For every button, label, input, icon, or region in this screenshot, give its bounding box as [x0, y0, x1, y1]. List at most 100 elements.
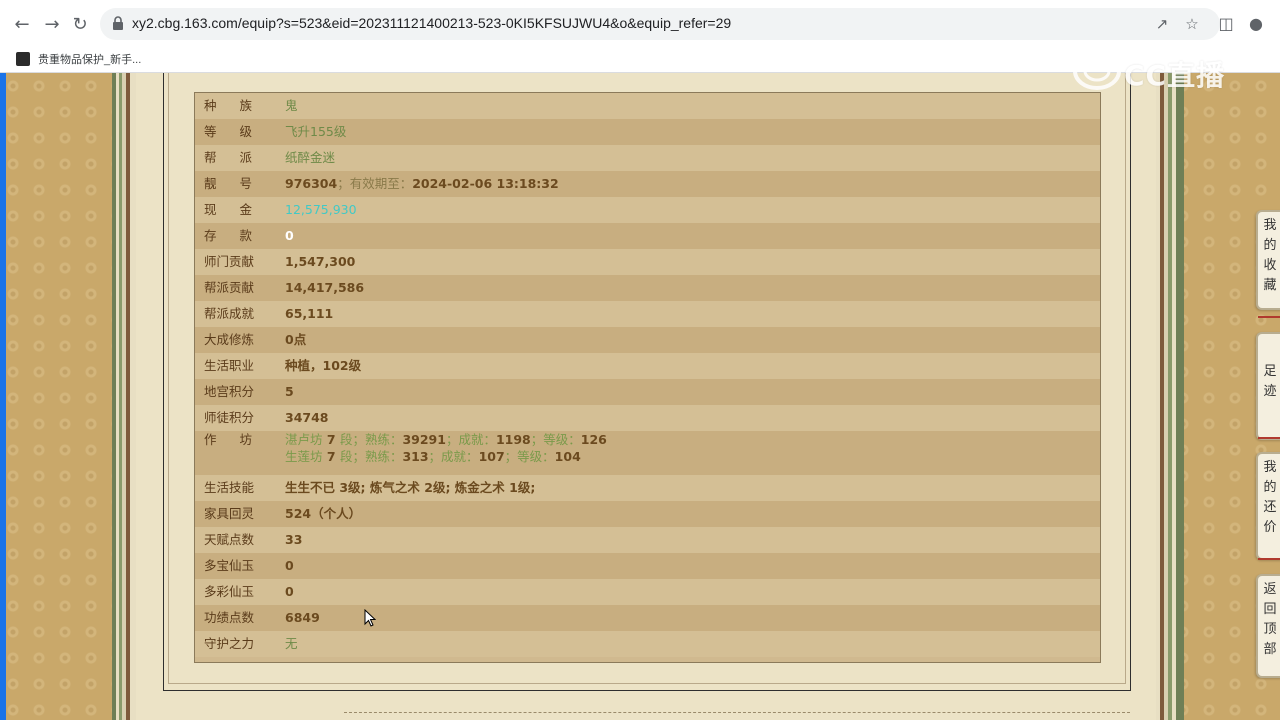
tab-char: 的	[1263, 238, 1277, 253]
tab-char: 我	[1263, 218, 1277, 233]
life-job-value: 种植，102级	[285, 358, 362, 373]
table-row: 作坊 湛卢坊 7 段；熟练：39291；成就：1198；等级：126 生莲坊 7…	[195, 431, 1100, 475]
tab-char: 顶	[1263, 622, 1277, 637]
table-row: 地宫积分 5	[195, 379, 1100, 405]
merit-value: 6849	[285, 610, 320, 625]
table-row: 守护之力 无	[195, 631, 1100, 657]
level-label: 等级	[204, 124, 276, 139]
history-tab[interactable]: 足 迹	[1256, 332, 1280, 440]
watermark: CC直播	[1072, 50, 1242, 92]
table-row: 生活职业 种植，102级	[195, 353, 1100, 379]
guard-value: 无	[285, 636, 298, 651]
pretty-expire-value: 2024-02-06 13:18:32	[412, 176, 559, 191]
guild-contrib-value: 14,417,586	[285, 280, 365, 295]
home-label: 家具回灵	[204, 506, 255, 521]
lock-icon[interactable]	[112, 16, 124, 30]
character-info-table: 种族 鬼 等级 飞升155级 帮派 纸醉金迷 靓号 976304；有效期至：20…	[194, 92, 1101, 663]
favorites-tab[interactable]: 我 的 收 藏	[1256, 210, 1280, 310]
reload-icon[interactable]: ↻	[68, 12, 92, 36]
dungeon-label: 地宫积分	[204, 384, 255, 399]
share-icon[interactable]: ↗	[1152, 14, 1172, 34]
back-arrow-icon[interactable]: ←	[10, 12, 34, 36]
cash-label: 现金	[204, 202, 276, 217]
guild-achieve-label: 帮派成就	[204, 306, 255, 321]
watermark-logo-icon	[1073, 52, 1121, 90]
table-row: 种族 鬼	[195, 93, 1100, 119]
table-row: 帮派 纸醉金迷	[195, 145, 1100, 171]
tab-char: 的	[1263, 480, 1277, 495]
workshop-ach-label: ；成就：	[428, 449, 479, 464]
tab-char: 还	[1263, 500, 1277, 515]
pretty-number-label: 靓号	[204, 176, 276, 191]
life-job-label: 生活职业	[204, 358, 255, 373]
bookmark-favicon-icon	[16, 52, 30, 66]
address-bar[interactable]: xy2.cbg.163.com/equip?s=523&eid=20231112…	[100, 8, 1220, 40]
tab-char: 足	[1263, 364, 1277, 379]
dacheng-label: 大成修炼	[204, 332, 255, 347]
table-row: 多彩仙玉 0	[195, 579, 1100, 605]
workshop-line-2: 生莲坊 7 段；熟练：313；成就：107；等级：104	[285, 444, 581, 470]
school-contrib-value: 1,547,300	[285, 254, 356, 269]
watermark-text: CC直播	[1124, 59, 1226, 92]
border-left	[112, 73, 136, 720]
dacheng-value: 0点	[285, 332, 307, 347]
table-row: 天赋点数 33	[195, 527, 1100, 553]
table-row: 等级 飞升155级	[195, 119, 1100, 145]
table-row: 家具回灵 524（个人）	[195, 501, 1100, 527]
tab-char: 回	[1263, 602, 1277, 617]
my-bargain-tab[interactable]: 我 的 还 价	[1256, 452, 1280, 560]
table-row: 师门贡献 1,547,300	[195, 249, 1100, 275]
table-row: 多宝仙玉 0	[195, 553, 1100, 579]
url-text[interactable]: xy2.cbg.163.com/equip?s=523&eid=20231112…	[132, 15, 731, 31]
pretty-expire-label: ；有效期至：	[337, 176, 413, 191]
home-value: 524（个人）	[285, 506, 362, 521]
cash-value: 12,575,930	[285, 202, 357, 217]
race-label: 种族	[204, 98, 276, 113]
forward-arrow-icon[interactable]: →	[40, 12, 64, 36]
bookmark-item[interactable]: 贵重物品保护_新手...	[38, 51, 141, 67]
tab-char: 迹	[1263, 384, 1277, 399]
tab-divider	[1258, 316, 1280, 318]
workshop-seg: 段；熟练：	[339, 449, 403, 464]
dotted-divider	[344, 712, 1130, 713]
guild-label: 帮派	[204, 150, 276, 165]
workshop-name: 生莲坊	[285, 449, 323, 464]
workshop-stage: 7	[326, 449, 336, 464]
life-skill-label: 生活技能	[204, 480, 255, 495]
border-right	[1156, 73, 1184, 720]
guard-label: 守护之力	[204, 636, 255, 651]
profile-icon[interactable]: ●	[1244, 12, 1268, 36]
workshop-lvl: 126	[580, 432, 607, 447]
workshop-label: 作坊	[204, 432, 276, 447]
life-skill-value: 生生不已 3级; 炼气之术 2级; 炼金之术 1级;	[285, 480, 536, 495]
back-to-top-tab[interactable]: 返 回 顶 部	[1256, 574, 1280, 678]
table-row: 大成修炼 0点	[195, 327, 1100, 353]
merit-label: 功绩点数	[204, 610, 255, 625]
left-rail	[0, 73, 6, 720]
level-value: 飞升155级	[285, 124, 347, 139]
school-contrib-label: 师门贡献	[204, 254, 255, 269]
duobao-value: 0	[285, 558, 294, 573]
workshop-ach: 107	[478, 449, 505, 464]
table-row: 现金 12,575,930	[195, 197, 1100, 223]
browser-toolbar: ← → ↻ xy2.cbg.163.com/equip?s=523&eid=20…	[0, 0, 1280, 49]
workshop-lvl: 104	[554, 449, 581, 464]
table-row: 帮派成就 65,111	[195, 301, 1100, 327]
workshop-skill: 313	[402, 449, 429, 464]
mouse-cursor-icon	[364, 609, 376, 627]
pretty-number-value: 976304；有效期至：2024-02-06 13:18:32	[285, 171, 559, 197]
star-icon[interactable]: ☆	[1182, 14, 1202, 34]
race-value: 鬼	[285, 98, 298, 113]
tab-divider	[1258, 437, 1280, 439]
guild-value: 纸醉金迷	[285, 150, 336, 165]
table-row: 存款 0	[195, 223, 1100, 249]
duocai-label: 多彩仙玉	[204, 584, 255, 599]
tab-divider	[1258, 558, 1280, 560]
side-panel-icon[interactable]: ◫	[1214, 12, 1238, 36]
dungeon-value: 5	[285, 384, 294, 399]
guild-achieve-value: 65,111	[285, 306, 334, 321]
tab-char: 返	[1263, 582, 1277, 597]
tab-char: 价	[1263, 520, 1277, 535]
deposit-label: 存款	[204, 228, 276, 243]
tab-char: 部	[1263, 642, 1277, 657]
